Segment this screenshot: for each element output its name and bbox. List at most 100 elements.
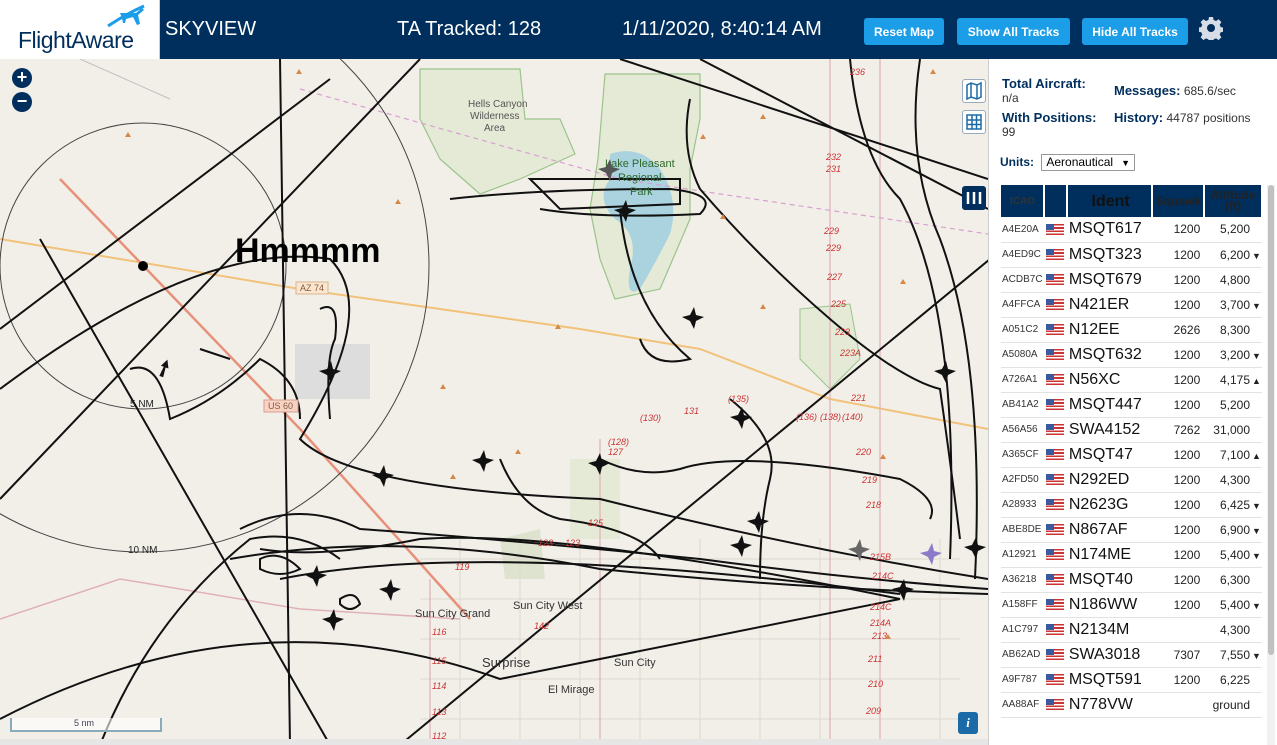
row-ident: MSQT617 xyxy=(1066,217,1153,243)
svg-text:Area: Area xyxy=(484,123,506,134)
logo-plane-icon xyxy=(107,4,145,28)
gear-icon[interactable] xyxy=(1199,16,1223,40)
altitude-trend-icon: ▼ xyxy=(1252,525,1261,536)
us-flag-icon xyxy=(1043,592,1067,618)
table-row[interactable]: A2FD50 N292ED 1200 4,300 xyxy=(1001,467,1262,493)
row-icao: A051C2 xyxy=(1001,317,1044,343)
table-row[interactable]: A365CF MSQT47 1200 7,100 ▲ xyxy=(1001,442,1262,468)
table-row[interactable]: A4ED9C MSQT323 1200 6,200 ▼ xyxy=(1001,242,1262,268)
svg-text:229: 229 xyxy=(825,243,841,253)
svg-text:5 NM: 5 NM xyxy=(130,399,154,410)
row-squawk: 1200 xyxy=(1152,517,1205,543)
svg-text:219: 219 xyxy=(861,475,877,485)
row-ident: MSQT40 xyxy=(1066,567,1153,593)
table-row[interactable]: A56A56 SWA4152 7262 31,000 xyxy=(1001,417,1262,443)
us-flag-icon xyxy=(1043,542,1067,568)
col-flag[interactable] xyxy=(1043,185,1068,217)
svg-text:Sun City West: Sun City West xyxy=(513,600,583,612)
show-all-tracks-button[interactable]: Show All Tracks xyxy=(957,18,1070,45)
svg-text:Surprise: Surprise xyxy=(482,655,530,670)
row-icao: AB41A2 xyxy=(1001,392,1044,418)
table-row[interactable]: A12921 N174ME 1200 5,400 ▼ xyxy=(1001,542,1262,568)
row-altitude: 5,400 ▼ xyxy=(1204,592,1262,618)
row-squawk: 1200 xyxy=(1152,442,1205,468)
svg-text:(140): (140) xyxy=(842,412,863,422)
row-squawk: 1200 xyxy=(1152,367,1205,393)
svg-text:(135): (135) xyxy=(728,394,749,404)
row-altitude: 4,300 xyxy=(1204,617,1262,643)
aircraft-table: ICAO Ident Squawk Altitude (ft) A4E20A MS… xyxy=(1001,185,1263,718)
us-flag-icon xyxy=(1043,567,1067,593)
row-squawk xyxy=(1152,617,1205,643)
zoom-in-button[interactable]: + xyxy=(12,68,32,88)
table-row[interactable]: A5080A MSQT632 1200 3,200 ▼ xyxy=(1001,342,1262,368)
table-row[interactable]: ABE8DE N867AF 1200 6,900 ▼ xyxy=(1001,517,1262,543)
svg-text:214A: 214A xyxy=(869,618,891,628)
row-squawk: 1200 xyxy=(1152,292,1205,318)
us-flag-icon xyxy=(1043,292,1067,318)
svg-text:131: 131 xyxy=(684,406,699,416)
table-row[interactable]: ACDB7C MSQT679 1200 4,800 xyxy=(1001,267,1262,293)
row-ident: MSQT632 xyxy=(1066,342,1153,368)
table-row[interactable]: A726A1 N56XC 1200 4,175 ▲ xyxy=(1001,367,1262,393)
table-view-button[interactable] xyxy=(962,110,986,134)
row-ident: MSQT47 xyxy=(1066,442,1153,468)
svg-text:220: 220 xyxy=(855,447,871,457)
row-squawk: 7307 xyxy=(1152,642,1205,668)
table-row[interactable]: A4E20A MSQT617 1200 5,200 xyxy=(1001,217,1262,243)
panel-scrollbar[interactable] xyxy=(1267,185,1275,745)
history-value: 44787 positions xyxy=(1166,111,1251,125)
map-layers-button[interactable] xyxy=(962,79,986,103)
row-icao: AB62AD xyxy=(1001,642,1044,668)
svg-text:123: 123 xyxy=(565,538,580,548)
table-row[interactable]: AB62AD SWA3018 7307 7,550 ▼ xyxy=(1001,642,1262,668)
row-icao: A9F787 xyxy=(1001,667,1044,693)
table-header-row: ICAO Ident Squawk Altitude (ft) xyxy=(1001,185,1263,217)
svg-text:Wilderness: Wilderness xyxy=(470,111,519,122)
table-row[interactable]: A9F787 MSQT591 1200 6,225 xyxy=(1001,667,1262,693)
svg-text:114: 114 xyxy=(432,681,446,691)
flightaware-logo[interactable]: FlightAware xyxy=(0,0,160,59)
columns-icon xyxy=(966,192,982,204)
info-button[interactable]: i xyxy=(958,712,978,734)
toggle-panel-button[interactable] xyxy=(962,186,986,210)
zoom-out-button[interactable]: − xyxy=(12,92,32,112)
table-row[interactable]: A36218 MSQT40 1200 6,300 xyxy=(1001,567,1262,593)
map-canvas[interactable]: Hells Canyon Wilderness Area Lake Pleasa… xyxy=(0,59,988,745)
reset-map-button[interactable]: Reset Map xyxy=(864,18,944,45)
col-squawk[interactable]: Squawk xyxy=(1152,185,1206,217)
svg-text:AZ 74: AZ 74 xyxy=(300,283,324,293)
svg-text:225: 225 xyxy=(830,299,847,309)
table-row[interactable]: AA88AF N778VW ground xyxy=(1001,692,1262,718)
row-altitude: 6,425 ▼ xyxy=(1204,492,1262,518)
map-horizontal-scrollbar[interactable] xyxy=(0,739,988,745)
us-flag-icon xyxy=(1043,642,1067,668)
row-icao: A56A56 xyxy=(1001,417,1044,443)
scrollbar-thumb[interactable] xyxy=(1268,185,1274,655)
col-ident[interactable]: Ident xyxy=(1066,185,1154,217)
scale-label: 5 nm xyxy=(74,718,95,728)
map-view[interactable]: Hells Canyon Wilderness Area Lake Pleasa… xyxy=(0,59,988,745)
table-row[interactable]: AB41A2 MSQT447 1200 5,200 xyxy=(1001,392,1262,418)
row-altitude: 7,100 ▲ xyxy=(1204,442,1262,468)
row-altitude: 7,550 ▼ xyxy=(1204,642,1262,668)
altitude-trend-icon: ▲ xyxy=(1252,375,1261,386)
row-altitude: 5,400 ▼ xyxy=(1204,542,1262,568)
row-altitude: 5,200 xyxy=(1204,392,1262,418)
svg-text:229: 229 xyxy=(823,226,839,236)
table-row[interactable]: A28933 N2623G 1200 6,425 ▼ xyxy=(1001,492,1262,518)
table-row[interactable]: A051C2 N12EE 2626 8,300 xyxy=(1001,317,1262,343)
us-flag-icon xyxy=(1043,242,1067,268)
row-altitude: 6,900 ▼ xyxy=(1204,517,1262,543)
svg-text:223A: 223A xyxy=(839,348,861,358)
hide-all-tracks-button[interactable]: Hide All Tracks xyxy=(1082,18,1188,45)
table-row[interactable]: A4FFCA N421ER 1200 3,700 ▼ xyxy=(1001,292,1262,318)
table-row[interactable]: A158FF N186WW 1200 5,400 ▼ xyxy=(1001,592,1262,618)
svg-text:119: 119 xyxy=(455,562,469,572)
table-row[interactable]: A1C797 N2134M 4,300 xyxy=(1001,617,1262,643)
units-select[interactable]: Aeronautical ▼ xyxy=(1041,154,1135,171)
col-altitude[interactable]: Altitude (ft) xyxy=(1204,185,1263,217)
col-icao[interactable]: ICAO xyxy=(1001,185,1045,217)
svg-text:Sun City Grand: Sun City Grand xyxy=(415,608,490,620)
altitude-trend-icon: ▼ xyxy=(1252,550,1261,561)
